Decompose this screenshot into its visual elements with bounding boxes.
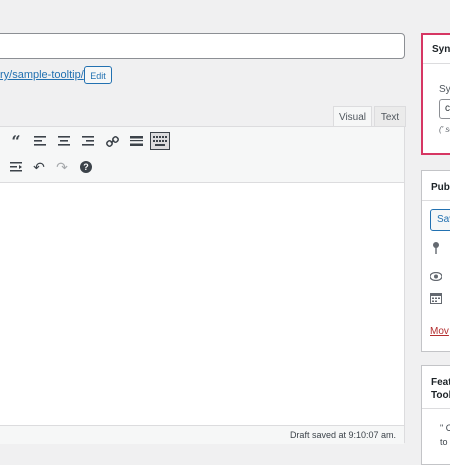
move-to-trash-link[interactable]: Mov [430,326,449,337]
align-left-icon[interactable] [31,132,49,150]
status-pin-icon [432,241,440,259]
editor-toolbar: “ ↶ ↷ ? [0,127,404,183]
indent-icon[interactable] [7,158,25,176]
insert-link-icon[interactable] [103,132,121,150]
calendar-icon [430,291,442,309]
blockquote-icon[interactable]: “ [7,132,25,151]
toolbar-toggle-icon[interactable] [150,132,170,150]
save-draft-button[interactable]: Sav [430,209,450,231]
editor-status-bar: Draft saved at 9:10:07 am. [0,425,404,444]
synonym-field-label: Sy [439,84,450,95]
svg-text:?: ? [83,162,89,172]
tab-text[interactable]: Text [374,106,406,127]
synonym-input[interactable]: c [439,99,450,119]
featured-panel-title-line1: Feat [431,377,450,388]
featured-tooltip-panel: Feat Tool " C to [421,365,450,465]
synonym-panel: Syn Sy c (' se [421,33,450,155]
permalink-link[interactable]: ry/sample-tooltip/ [0,69,84,81]
publish-panel-title: Pub [431,182,450,193]
post-title-input[interactable] [0,33,405,59]
publish-panel: Pub Sav Mov [421,170,450,352]
undo-icon[interactable]: ↶ [30,158,48,176]
featured-panel-text-2: to [440,437,448,447]
synonym-hint: (' se [439,125,450,134]
read-more-icon[interactable] [127,132,145,150]
edit-permalink-button[interactable]: Edit [84,66,112,84]
redo-icon[interactable]: ↷ [53,158,71,176]
align-right-icon[interactable] [79,132,97,150]
tab-visual[interactable]: Visual [333,106,372,127]
draft-saved-status: Draft saved at 9:10:07 am. [289,430,396,440]
featured-panel-title-line2: Tool [431,390,450,401]
visibility-eye-icon [429,268,443,286]
featured-panel-text: " C [440,423,450,433]
help-icon[interactable]: ? [77,158,95,176]
synonym-panel-title: Syn [432,44,450,55]
align-center-icon[interactable] [55,132,73,150]
